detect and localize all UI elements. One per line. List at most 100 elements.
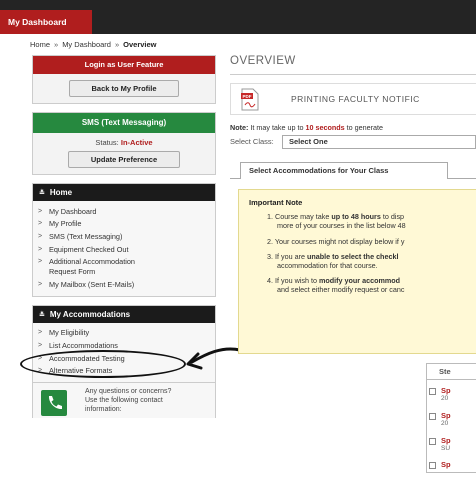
breadcrumb-separator: » [114,40,120,49]
print-notification-label: PRINTING FACULTY NOTIFIC [291,94,420,104]
arrow-right-icon: > [38,341,43,349]
nav-item-label: My Profile [49,219,82,229]
tab-my-dashboard[interactable]: My Dashboard [0,10,92,34]
print-faculty-notification[interactable]: PDF PRINTING FACULTY NOTIFIC [230,83,476,115]
breadcrumb-separator: » [54,40,59,49]
back-to-my-profile-button[interactable]: Back to My Profile [69,80,179,97]
arrow-right-icon: > [38,232,43,240]
main-content: OVERVIEW PDF PRINTING FACULTY NOTIFIC No… [230,55,476,473]
accommodations-nav-title: My Accommodations [49,309,131,319]
arrow-right-icon: > [38,354,43,362]
arrow-right-icon: > [38,329,43,337]
item-number: 3. [267,252,273,261]
login-as-user-box: Login as User Feature Back to My Profile [32,55,216,104]
nav-item-my-eligibility[interactable]: > My Eligibility [33,327,215,340]
item-text-bold: unable to select the checkl [306,252,399,261]
note-prefix: Note: [230,123,249,132]
course-detail: 20 [441,395,449,402]
breadcrumb-home[interactable]: Home [30,40,50,49]
important-note-box: Important Note 1. Course may take up to … [238,189,476,354]
important-note-item: 2. Your courses might not display below … [267,237,476,246]
nav-item-label: My Mailbox (Sent E-Mails) [49,279,135,289]
important-note-header: Important Note [249,198,303,207]
contact-line: Use the following contact [85,397,163,404]
nav-item-my-dashboard[interactable]: > My Dashboard [33,205,215,218]
nav-item-label: Accommodated Testing [49,353,125,363]
breadcrumb-my-dashboard[interactable]: My Dashboard [62,40,111,49]
note-highlight: 10 seconds [305,123,345,132]
nav-item-my-profile[interactable]: > My Profile [33,218,215,231]
item-text: Course may take [275,212,332,221]
item-number: 1. [267,212,273,221]
item-number: 4. [267,276,273,285]
top-nav-bar: My Dashboard [0,0,476,34]
course-checkbox[interactable] [429,388,436,395]
login-as-user-header: Login as User Feature [33,56,215,74]
nav-item-label: Request Form [49,266,96,276]
item-text: and select either modify request or canc [277,285,405,294]
accommodations-nav-header[interactable]: ≛ My Accommodations [33,305,215,323]
sms-box: SMS (Text Messaging) Status: In-Active U… [32,112,216,175]
course-name: Sp [441,386,451,395]
nav-item-label: SMS (Text Messaging) [49,231,123,241]
course-checkbox[interactable] [429,462,436,469]
arrow-right-icon: > [38,207,43,215]
chevron-down-icon: ≛ [39,190,45,197]
home-nav-title: Home [49,188,73,197]
course-name: Sp [441,411,451,420]
nav-item-label: List Accommodations [49,340,118,350]
important-note-item: 1. Course may take up to 48 hours to dis… [267,212,476,230]
nav-item-additional-accommodation[interactable]: > Additional Accommodation Request Form [33,256,215,278]
sms-status-value: In-Active [120,138,153,147]
important-note-item: 3. If you are unable to select the check… [267,252,476,270]
item-number: 2. [267,237,273,246]
item-text-bold: up to 48 hours [331,212,381,221]
arrow-right-icon: > [38,245,43,253]
chevron-down-icon: ≛ [39,311,45,319]
nav-item-alternative-formats[interactable]: > Alternative Formats [33,365,215,378]
update-preference-button[interactable]: Update Preference [68,151,180,168]
course-checkbox[interactable] [429,413,436,420]
course-name: Sp [441,436,451,445]
sms-status-label: Status: [95,138,119,147]
svg-text:PDF: PDF [243,94,252,99]
contact-box: Any questions or concerns? Use the follo… [32,382,216,418]
sms-status: Status: In-Active [43,138,205,147]
item-text: Your courses might not display below if … [274,237,405,246]
nav-item-accommodated-testing[interactable]: > Accommodated Testing [33,352,215,365]
nav-item-sms[interactable]: > SMS (Text Messaging) [33,230,215,243]
tab-select-accommodations[interactable]: Select Accommodations for Your Class [240,162,448,179]
nav-item-label: Equipment Checked Out [49,244,129,254]
select-class-dropdown[interactable]: Select One [282,135,476,149]
item-text-bold: modify your accommod [318,276,401,285]
nav-item-label: My Dashboard [49,206,97,216]
arrow-right-icon: > [38,280,43,288]
nav-item-list-accommodations[interactable]: > List Accommodations [33,339,215,352]
nav-item-label: Additional Accommodation [49,257,135,267]
breadcrumb-overview: Overview [123,40,157,49]
course-row: Sp 20 [429,386,476,406]
item-text: accommodation for that course. [277,261,378,270]
item-text: to disp [380,212,405,221]
pdf-icon: PDF [241,88,259,111]
nav-item-equipment[interactable]: > Equipment Checked Out [33,243,215,256]
note-text-part: to generate [344,123,384,132]
course-name: Sp [441,460,451,469]
steps-header: Ste [427,364,476,380]
arrow-right-icon: > [38,220,43,228]
course-row: Sp [429,460,476,480]
tab-bar: Select Accommodations for Your Class [230,159,476,179]
select-class-row: Select Class: Select One [230,135,476,149]
contact-text: Any questions or concerns? Use the follo… [85,387,210,414]
note-text-part: It may take up to [248,123,306,132]
note-text: Note: It may take up to 10 seconds to ge… [230,123,383,132]
home-nav-header[interactable]: ≛ Home [33,184,215,201]
nav-item-my-mailbox[interactable]: > My Mailbox (Sent E-Mails) [33,278,215,291]
contact-line: Any questions or concerns? [85,388,172,395]
important-note-item: 4. If you wish to modify your accommod an… [267,276,476,294]
arrow-right-icon: > [38,367,43,375]
course-checkbox[interactable] [429,438,436,445]
phone-icon [41,390,67,416]
select-class-label: Select Class: [230,137,274,146]
accommodations-nav: ≛ My Accommodations > My Eligibility > List… [32,304,216,384]
